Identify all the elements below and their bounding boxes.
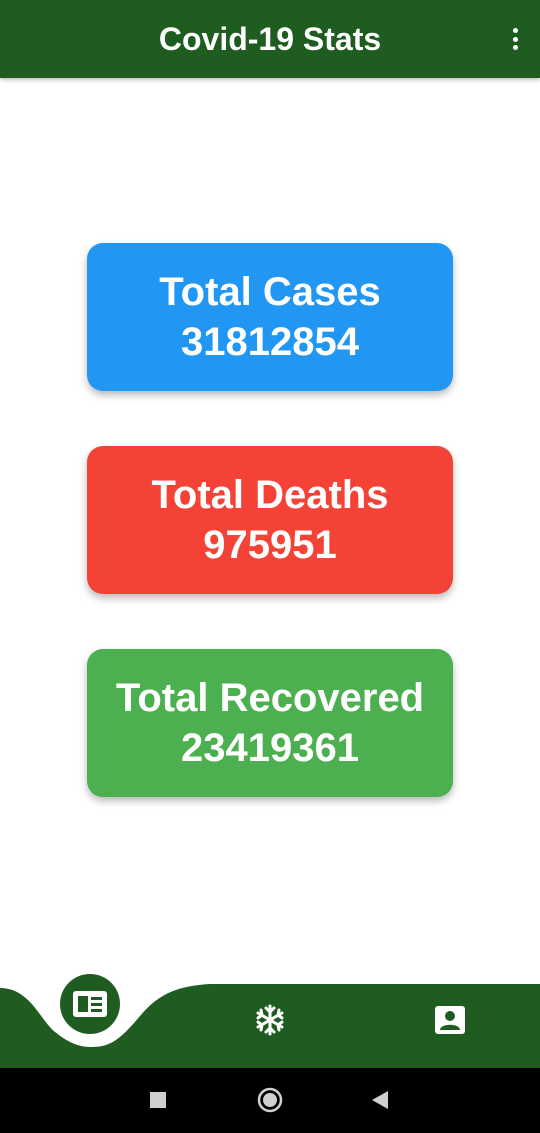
app-bar: Covid-19 Stats (0, 0, 540, 78)
home-icon[interactable] (254, 1084, 286, 1116)
back-icon[interactable] (366, 1086, 394, 1114)
total-recovered-card[interactable]: Total Recovered 23419361 (87, 649, 453, 797)
more-vert-icon[interactable] (508, 24, 522, 54)
total-cases-card[interactable]: Total Cases 31812854 (87, 243, 453, 391)
nav-item-profile[interactable] (428, 1000, 472, 1040)
nav-item-news[interactable] (60, 974, 120, 1034)
virus-icon (256, 1004, 284, 1036)
total-recovered-value: 23419361 (181, 726, 359, 770)
nav-item-virus[interactable] (248, 1000, 292, 1040)
app-title: Covid-19 Stats (158, 21, 382, 57)
total-deaths-card[interactable]: Total Deaths 975951 (87, 446, 453, 594)
total-cases-label: Total Cases (159, 270, 381, 314)
total-deaths-value: 975951 (203, 523, 337, 567)
profile-icon (435, 1006, 465, 1034)
total-deaths-label: Total Deaths (151, 473, 389, 517)
recents-icon[interactable] (144, 1086, 172, 1114)
total-cases-value: 31812854 (181, 320, 359, 364)
total-recovered-label: Total Recovered (115, 676, 425, 720)
news-icon (73, 991, 107, 1017)
